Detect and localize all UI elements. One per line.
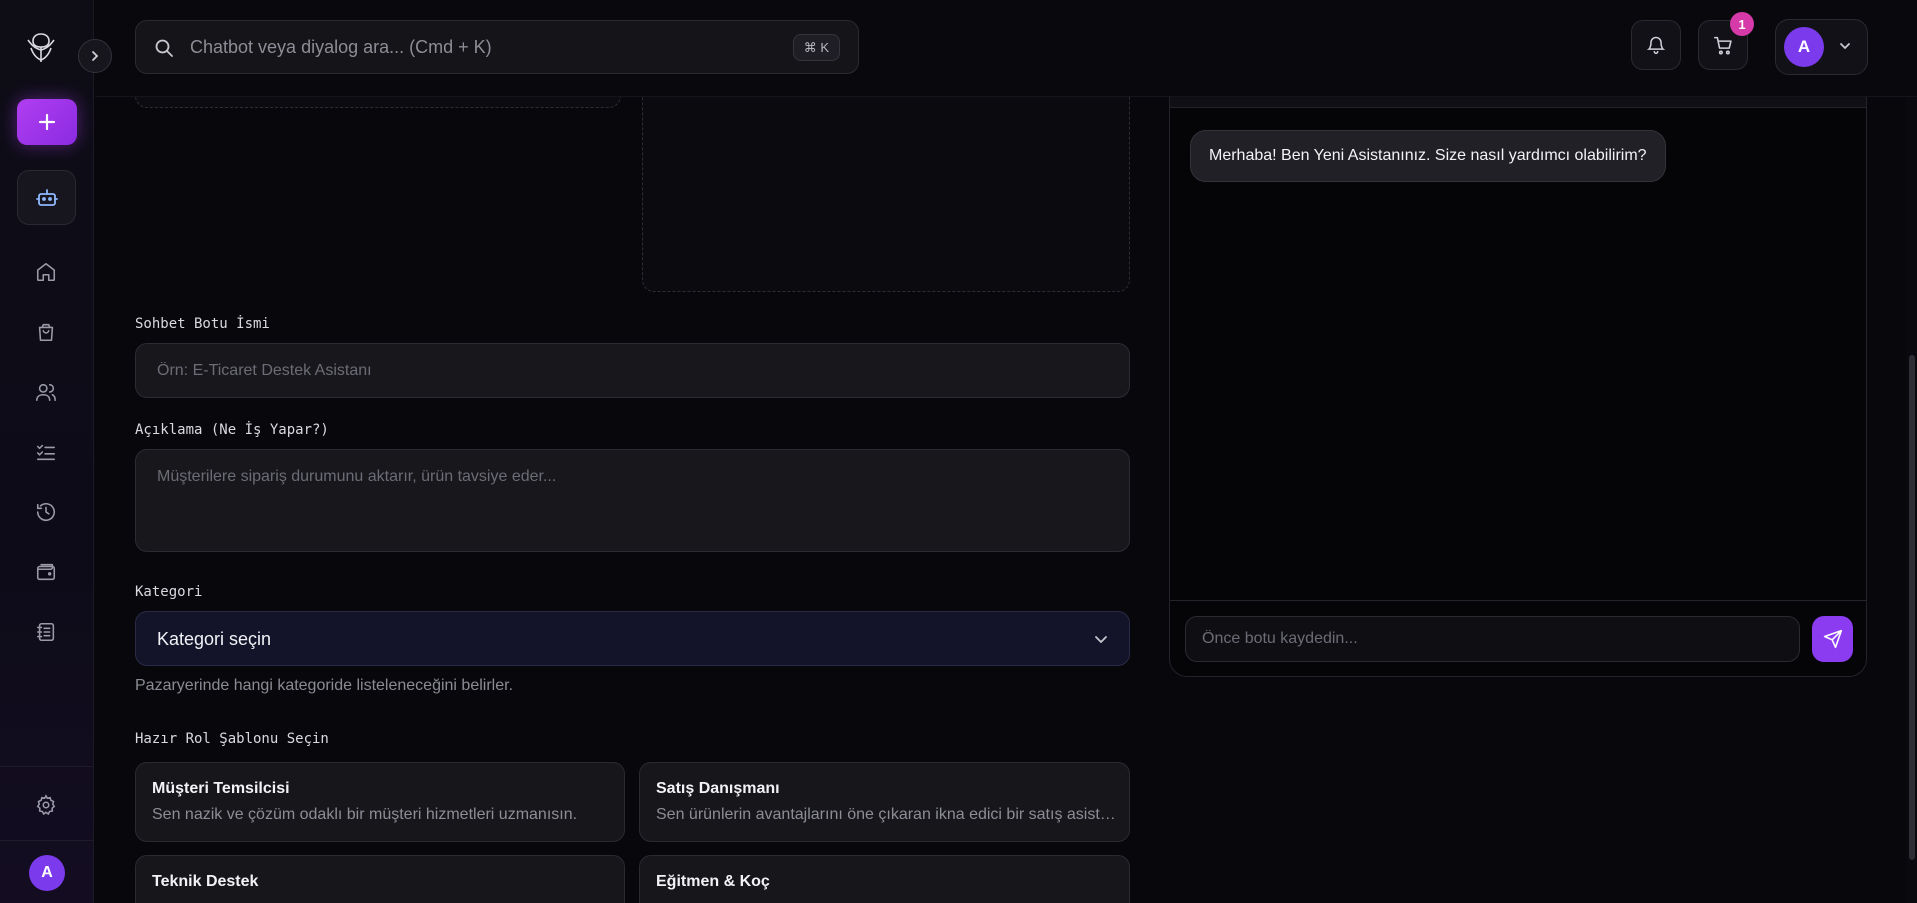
send-button[interactable]	[1812, 616, 1853, 662]
role-title: Eğitmen & Koç	[656, 873, 770, 890]
user-avatar: A	[1784, 27, 1824, 67]
sidebar-item-wallet[interactable]	[30, 556, 62, 588]
send-icon	[1823, 629, 1842, 649]
home-icon	[36, 262, 56, 282]
user-menu-button[interactable]: A	[1775, 19, 1868, 75]
notebook-icon	[36, 622, 55, 642]
cart-icon	[1713, 36, 1732, 55]
search-icon	[155, 39, 173, 57]
category-hint: Pazaryerinde hangi kategoride listelenec…	[135, 677, 514, 694]
bell-icon	[1646, 36, 1666, 55]
role-title: Satış Danışmanı	[656, 780, 780, 797]
wallet-icon	[36, 563, 56, 581]
bot-icon	[35, 188, 58, 206]
category-select[interactable]: Kategori seçin	[135, 611, 1130, 666]
new-chatbot-button[interactable]	[17, 99, 77, 145]
chevron-right-icon	[92, 51, 99, 61]
search-shortcut-badge: ⌘ K	[792, 34, 840, 61]
role-card-customer-rep[interactable]: Müşteri Temsilcisi Sen nazik ve çözüm od…	[135, 762, 625, 842]
plus-icon	[38, 113, 56, 131]
bot-name-label: Sohbet Botu İsmi	[135, 316, 270, 332]
role-card-tech-support[interactable]: Teknik Destek	[135, 855, 625, 903]
sidebar: A	[0, 0, 94, 903]
role-title: Teknik Destek	[152, 873, 259, 890]
sidebar-divider	[0, 840, 94, 841]
bot-name-input[interactable]	[135, 343, 1130, 398]
top-bar: ⌘ K 1 A	[95, 0, 1917, 97]
chat-divider	[1170, 600, 1866, 601]
role-desc: Sen nazik ve çözüm odaklı bir müşteri hi…	[152, 806, 578, 823]
category-label: Kategori	[135, 584, 203, 600]
role-templates-label: Hazır Rol Şablonu Seçin	[135, 731, 329, 747]
notifications-button[interactable]	[1631, 20, 1681, 70]
sidebar-item-marketplace[interactable]	[30, 316, 62, 348]
sidebar-item-history[interactable]	[30, 496, 62, 528]
checklist-icon	[36, 444, 56, 461]
description-input[interactable]	[135, 449, 1130, 552]
role-card-sales[interactable]: Satış Danışmanı Sen ürünlerin avantajlar…	[639, 762, 1130, 842]
sidebar-user-avatar[interactable]: A	[29, 855, 65, 891]
sidebar-item-users[interactable]	[30, 376, 62, 408]
description-label: Açıklama (Ne İş Yapar?)	[135, 422, 329, 438]
sidebar-item-docs[interactable]	[30, 616, 62, 648]
search-input[interactable]	[190, 21, 770, 73]
role-desc: Sen ürünlerin avantajlarını öne çıkaran …	[656, 806, 1116, 823]
sidebar-divider	[0, 766, 94, 767]
cart-count-badge: 1	[1730, 12, 1754, 36]
scrollbar-thumb[interactable]	[1909, 355, 1915, 860]
cart-button[interactable]: 1	[1698, 12, 1754, 70]
users-icon	[36, 383, 56, 402]
role-title: Müşteri Temsilcisi	[152, 780, 290, 797]
history-icon	[36, 503, 56, 521]
brand-logo-icon[interactable]	[22, 28, 60, 66]
sidebar-item-tasks[interactable]	[30, 436, 62, 468]
role-card-coach[interactable]: Eğitmen & Koç	[639, 855, 1130, 903]
sidebar-item-home[interactable]	[30, 256, 62, 288]
chevron-down-icon	[1095, 636, 1107, 644]
category-select-value: Kategori seçin	[157, 629, 272, 649]
sidebar-item-chatbots[interactable]	[17, 170, 76, 225]
search-bar[interactable]: ⌘ K	[135, 20, 859, 74]
sidebar-expand-button[interactable]	[78, 39, 112, 73]
chat-preview-panel: Merhaba! Ben Yeni Asistanınız. Size nası…	[1169, 60, 1867, 677]
chevron-down-icon	[1840, 43, 1850, 50]
chat-message-input[interactable]	[1185, 616, 1800, 662]
chat-bot-message: Merhaba! Ben Yeni Asistanınız. Size nası…	[1190, 130, 1666, 182]
shopping-bag-icon	[38, 323, 54, 342]
sidebar-item-settings[interactable]	[30, 789, 62, 821]
gear-icon	[36, 794, 56, 816]
